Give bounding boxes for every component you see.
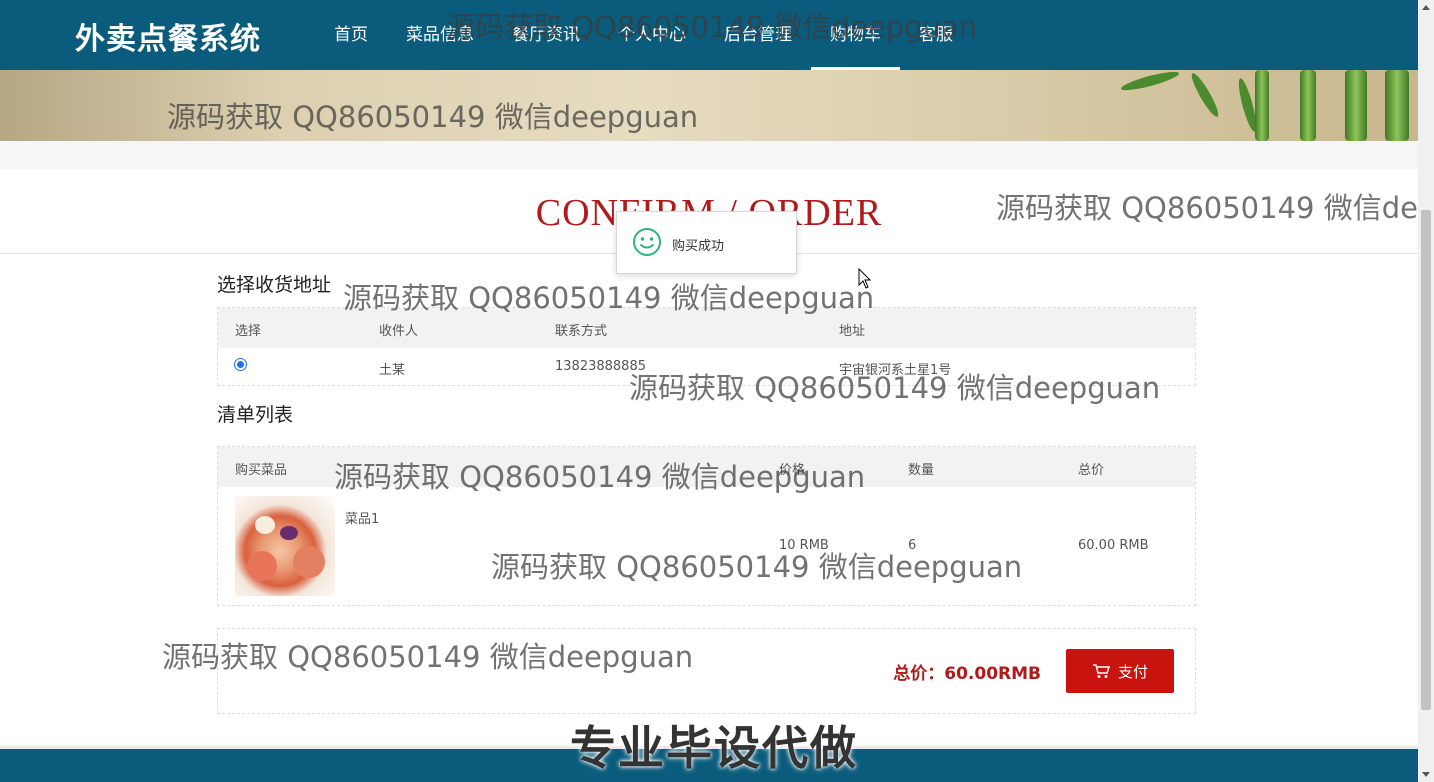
cart-icon <box>1092 664 1110 678</box>
divider-strip <box>0 141 1418 169</box>
table-header: 选择 收件人 联系方式 地址 <box>218 308 1195 348</box>
bamboo-decoration <box>1345 70 1367 141</box>
bamboo-decoration <box>1385 70 1409 141</box>
address-radio[interactable] <box>234 358 247 371</box>
scallop <box>255 516 275 534</box>
nav-item-cart[interactable]: 购物车 <box>811 0 900 70</box>
nav-item-admin[interactable]: 后台管理 <box>705 0 811 70</box>
vertical-scrollbar[interactable] <box>1418 0 1434 782</box>
pay-button-label: 支付 <box>1117 662 1148 681</box>
bamboo-decoration <box>1300 70 1316 141</box>
smile-icon <box>633 228 661 256</box>
scallop <box>247 551 277 581</box>
column-header: 地址 <box>839 324 866 339</box>
scroll-down-arrow-icon[interactable] <box>1422 772 1430 777</box>
nav-item-news[interactable]: 餐厅资讯 <box>493 0 599 70</box>
column-header: 总价 <box>1078 463 1105 478</box>
leaf-decoration <box>1119 70 1181 94</box>
column-header: 数量 <box>908 463 935 478</box>
nav-item-profile[interactable]: 个人中心 <box>599 0 705 70</box>
column-header: 联系方式 <box>555 324 608 339</box>
column-header: 价格 <box>779 463 806 478</box>
quantity-cell: 6 <box>908 538 917 553</box>
leaf-decoration <box>1188 70 1222 120</box>
watermark-bottom: 专业毕设代做 <box>570 721 858 775</box>
table-header: 购买菜品 价格 数量 总价 <box>218 447 1195 487</box>
column-header: 购买菜品 <box>235 463 288 478</box>
column-header: 收件人 <box>379 324 419 339</box>
total-amount: 总价：60.00RMB <box>893 664 1041 684</box>
dish-name[interactable]: 菜品1 <box>345 508 379 527</box>
order-summary: 总价：60.00RMB 支付 <box>217 628 1196 714</box>
page: 外卖点餐系统 首页 菜品信息 餐厅资讯 个人中心 后台管理 购物车 客服 CON… <box>0 0 1418 782</box>
scallop <box>293 546 325 578</box>
pay-button[interactable]: 支付 <box>1066 649 1174 693</box>
nav-item-dishes[interactable]: 菜品信息 <box>387 0 493 70</box>
table-row[interactable]: 土某 13823888885 宇宙银河系土星1号 <box>218 348 1195 386</box>
price-cell: 10 RMB <box>779 538 829 553</box>
phone-cell: 13823888885 <box>555 359 646 374</box>
address-table: 选择 收件人 联系方式 地址 土某 13823888885 宇宙银河系土星1号 <box>217 307 1196 386</box>
bamboo-decoration <box>1255 70 1269 141</box>
column-header: 选择 <box>235 324 262 339</box>
site-brand[interactable]: 外卖点餐系统 <box>75 14 261 58</box>
main-nav: 首页 菜品信息 餐厅资讯 个人中心 后台管理 购物车 客服 <box>315 0 972 70</box>
dish-image[interactable] <box>235 496 335 596</box>
top-navbar: 外卖点餐系统 首页 菜品信息 餐厅资讯 个人中心 后台管理 购物车 客服 <box>0 0 1418 70</box>
mouse-cursor-icon <box>858 268 872 289</box>
total-cell: 60.00 RMB <box>1078 538 1149 553</box>
garnish <box>280 526 298 540</box>
address-section-title: 选择收货地址 <box>217 274 332 296</box>
nav-item-service[interactable]: 客服 <box>900 0 972 70</box>
recipient-cell: 土某 <box>379 363 406 378</box>
scroll-up-arrow-icon[interactable] <box>1422 5 1430 10</box>
nav-item-home[interactable]: 首页 <box>315 0 387 70</box>
address-cell: 宇宙银河系土星1号 <box>839 363 952 378</box>
banner-image <box>0 70 1418 141</box>
order-table: 购买菜品 价格 数量 总价 菜品1 10 RMB 6 60.00 RMB <box>217 446 1196 606</box>
toast-message: 购买成功 <box>672 239 725 254</box>
order-section-title: 清单列表 <box>217 404 294 426</box>
success-toast: 购买成功 <box>616 211 797 274</box>
table-row: 菜品1 10 RMB 6 60.00 RMB <box>218 487 1195 605</box>
scrollbar-thumb[interactable] <box>1421 210 1431 710</box>
